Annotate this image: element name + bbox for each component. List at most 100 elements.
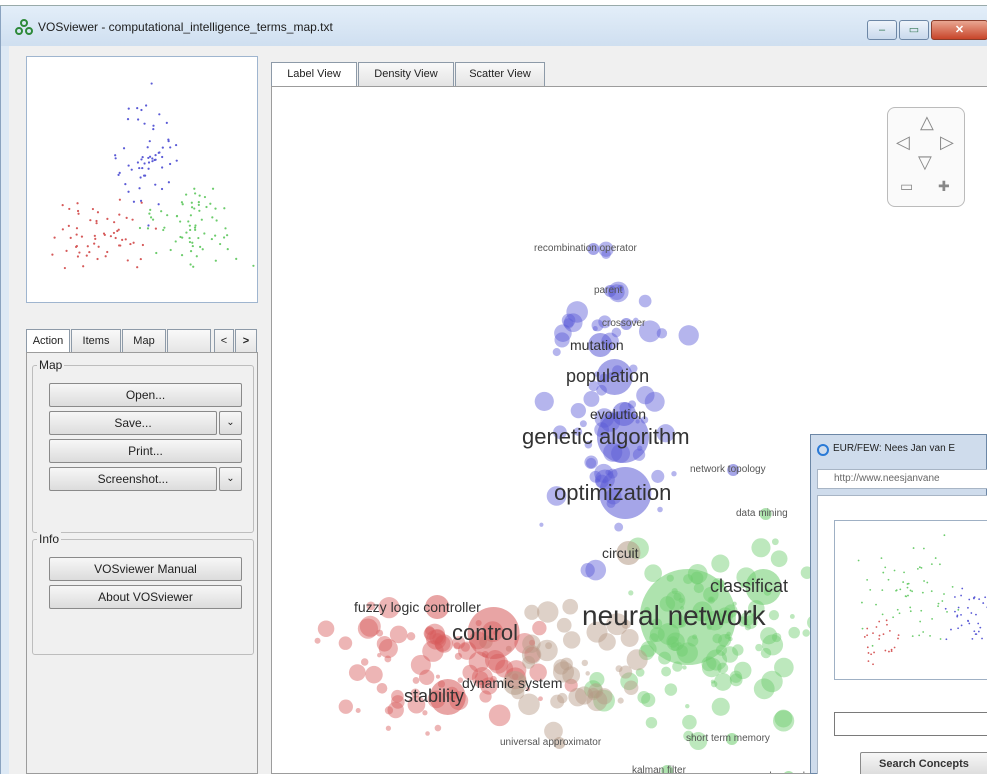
term-label[interactable]: parent <box>594 285 622 296</box>
overview-point <box>191 241 194 244</box>
tab-density-view[interactable]: Density View <box>358 62 454 86</box>
term-label[interactable]: optimization <box>554 480 671 506</box>
overview-point <box>188 240 192 244</box>
save-dropdown-button[interactable]: ⌄ <box>219 411 242 435</box>
term-label[interactable]: recombination operator <box>534 243 637 254</box>
scroll-prev-button[interactable]: < <box>214 329 234 353</box>
term-label[interactable]: network topology <box>690 464 766 475</box>
maximize-button[interactable]: ▭ <box>899 20 929 40</box>
mini-point <box>884 566 887 569</box>
mini-point <box>907 582 910 585</box>
overview-point <box>194 224 197 227</box>
term-label[interactable]: genetic algorithm <box>522 424 690 450</box>
mini-point <box>888 650 890 653</box>
term-bubble <box>552 348 561 357</box>
term-bubble <box>539 522 544 527</box>
save-button[interactable]: Save... <box>49 411 217 435</box>
term-label[interactable]: classificat <box>710 576 788 597</box>
overview-point <box>147 167 150 170</box>
mini-point <box>867 652 870 654</box>
term-bubble <box>641 692 656 708</box>
overview-point <box>114 154 117 157</box>
term-label[interactable]: mutation <box>570 337 624 353</box>
scroll-next-button[interactable]: > <box>235 329 257 353</box>
mini-point <box>945 638 948 641</box>
tab-map[interactable]: Map <box>122 329 166 353</box>
mini-point <box>946 610 948 613</box>
search-input[interactable] <box>834 712 987 736</box>
term-label[interactable]: population <box>566 366 649 387</box>
pan-down-icon[interactable]: ▽ <box>918 152 932 173</box>
pan-left-icon[interactable]: ◁ <box>896 132 910 153</box>
term-bubble <box>435 674 441 679</box>
term-bubble <box>628 590 634 596</box>
term-label[interactable]: data mining <box>736 508 788 519</box>
overview-point <box>147 161 151 164</box>
overview-point <box>91 207 95 211</box>
open-button[interactable]: Open... <box>49 383 242 407</box>
browser-address-bar[interactable]: http://www.neesjanvane <box>817 469 987 489</box>
term-bubble <box>554 332 570 348</box>
print-button[interactable]: Print... <box>49 439 242 463</box>
term-label[interactable]: evolution <box>590 406 646 422</box>
overview-point <box>148 140 151 143</box>
search-concepts-button[interactable]: Search Concepts <box>860 752 987 774</box>
minimize-button[interactable]: – <box>867 20 897 40</box>
term-label[interactable]: neural network <box>582 600 766 632</box>
zoom-in-icon[interactable]: ✚ <box>938 178 950 195</box>
overview-point <box>194 228 197 232</box>
tab-label-view[interactable]: Label View <box>271 62 357 87</box>
mini-point <box>968 622 971 625</box>
overview-map[interactable] <box>26 56 258 303</box>
overview-point <box>180 253 184 257</box>
mini-point <box>961 587 964 590</box>
overview-point <box>158 151 161 154</box>
overview-point <box>174 143 178 147</box>
term-label[interactable]: universal approximator <box>500 737 601 748</box>
mini-point <box>923 580 925 582</box>
overview-point <box>193 226 197 229</box>
mini-point <box>882 571 885 574</box>
browser-mini-map[interactable] <box>834 520 987 680</box>
tab-scatter-view[interactable]: Scatter View <box>455 62 545 86</box>
tab-overflow[interactable] <box>167 329 211 353</box>
term-label[interactable]: short term memory <box>686 733 770 744</box>
overview-point <box>114 157 117 160</box>
term-bubble <box>562 631 581 649</box>
overview-point <box>181 236 184 239</box>
term-label[interactable]: kalman filter <box>632 765 686 773</box>
mini-point <box>950 628 952 631</box>
term-label[interactable]: circuit <box>602 545 639 561</box>
zoom-out-icon[interactable]: ▭ <box>900 178 913 195</box>
overview-point <box>188 236 191 240</box>
term-label[interactable]: control <box>452 620 518 646</box>
screenshot-button[interactable]: Screenshot... <box>49 467 217 491</box>
pan-right-icon[interactable]: ▷ <box>940 132 954 153</box>
term-bubble <box>585 671 590 676</box>
about-button[interactable]: About VOSviewer <box>49 585 242 609</box>
mini-point <box>929 635 931 637</box>
overview-point <box>51 253 54 256</box>
mini-point <box>956 615 959 618</box>
term-label[interactable]: stability <box>404 686 464 707</box>
tab-items[interactable]: Items <box>71 329 121 353</box>
term-bubble <box>521 645 542 665</box>
screenshot-dropdown-button[interactable]: ⌄ <box>219 467 242 491</box>
term-bubble <box>545 642 553 650</box>
overview-point <box>154 227 157 230</box>
term-label[interactable]: crossover <box>602 318 645 329</box>
term-label[interactable]: dynamic system <box>462 675 562 691</box>
term-bubble <box>524 604 540 620</box>
mini-point <box>975 633 978 636</box>
term-bubble <box>789 614 795 619</box>
mini-point <box>944 607 947 610</box>
pan-up-icon[interactable]: △ <box>920 112 934 133</box>
term-bubble <box>377 653 382 658</box>
browser-window[interactable]: EUR/FEW: Nees Jan van E http://www.neesj… <box>810 434 987 774</box>
close-button[interactable]: ✕ <box>931 20 987 40</box>
term-label[interactable]: fuzzy logic controller <box>354 599 481 615</box>
mini-point <box>939 563 941 566</box>
manual-button[interactable]: VOSviewer Manual <box>49 557 242 581</box>
overview-point <box>169 248 172 252</box>
mini-point <box>931 618 933 620</box>
